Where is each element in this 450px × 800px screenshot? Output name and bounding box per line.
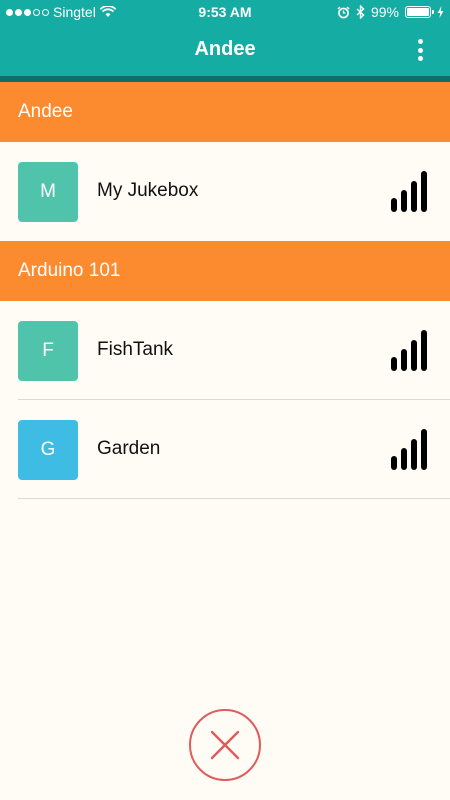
- section-header-andee: Andee: [0, 82, 450, 142]
- top-bar: Singtel 9:53 AM 99% Andee: [0, 0, 450, 76]
- avatar: G: [18, 420, 78, 480]
- device-row-fishtank[interactable]: F FishTank: [0, 301, 450, 399]
- signal-strength-icon: [391, 171, 427, 212]
- status-bar: Singtel 9:53 AM 99%: [0, 0, 450, 24]
- bluetooth-icon: [356, 5, 365, 19]
- charging-bolt-icon: [437, 6, 444, 18]
- signal-strength-icon: [391, 429, 427, 470]
- section-header-arduino-101: Arduino 101: [0, 241, 450, 301]
- alarm-icon: [337, 5, 350, 18]
- device-list-screen: Singtel 9:53 AM 99% Andee Andee M My Juk…: [0, 0, 450, 800]
- battery-percent: 99%: [370, 4, 399, 20]
- more-vertical-icon[interactable]: [412, 36, 428, 64]
- page-title: Andee: [194, 38, 256, 60]
- row-divider: [18, 498, 450, 499]
- signal-strength-icon: [391, 330, 427, 371]
- avatar: F: [18, 321, 78, 381]
- device-name: FishTank: [97, 339, 174, 360]
- close-icon: [210, 730, 240, 760]
- device-row-my-jukebox[interactable]: M My Jukebox: [0, 142, 450, 240]
- battery-icon: [405, 6, 434, 18]
- device-name: My Jukebox: [97, 180, 199, 201]
- device-name: Garden: [97, 438, 161, 459]
- status-right: 99%: [337, 4, 444, 20]
- close-button[interactable]: [189, 709, 261, 781]
- device-row-garden[interactable]: G Garden: [0, 400, 450, 498]
- avatar: M: [18, 162, 78, 222]
